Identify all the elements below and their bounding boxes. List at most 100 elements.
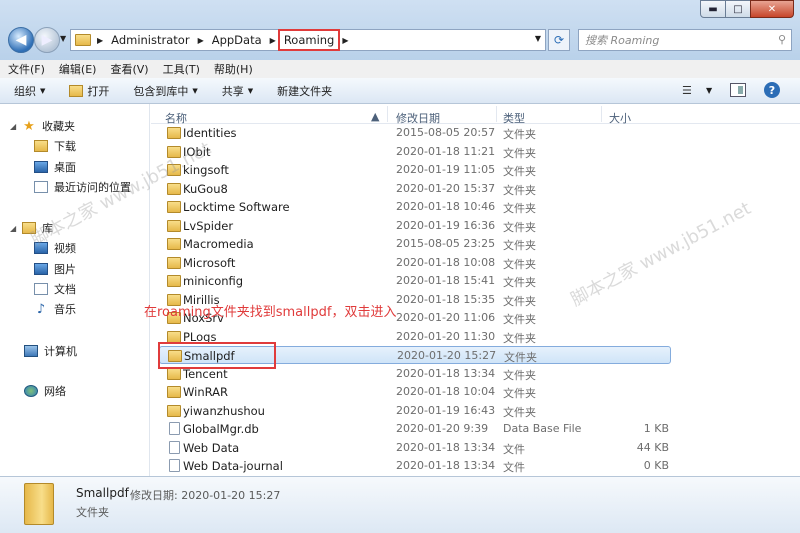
views-icon[interactable]: ☰ bbox=[682, 84, 692, 97]
search-placeholder: 搜索 Roaming bbox=[585, 34, 660, 47]
collapse-icon[interactable]: ◢ bbox=[10, 122, 20, 131]
navigation-pane: ◢ ★ 收藏夹 下载 桌面 最近访问的位置 ◢ 库 视频 图片 文档 ♪ 音乐 计算机 … bbox=[0, 104, 150, 476]
nav-music[interactable]: ♪ 音乐 bbox=[34, 301, 76, 317]
help-icon[interactable]: ? bbox=[764, 82, 780, 98]
nav-label: 计算机 bbox=[44, 345, 77, 358]
file-row[interactable]: WinRAR 2020-01-18 10:04 文件夹 bbox=[159, 383, 671, 401]
chevron-right-icon[interactable]: ▶ bbox=[97, 36, 103, 45]
column-divider[interactable] bbox=[387, 106, 388, 122]
file-row[interactable]: Microsoft 2020-01-18 10:08 文件夹 bbox=[159, 254, 671, 272]
file-date: 2020-01-18 11:21 bbox=[396, 144, 496, 158]
command-bar: 组织 ▼ 打开 包含到库中 ▼ 共享 ▼ 新建文件夹 bbox=[0, 78, 800, 104]
include-label: 包含到库中 bbox=[133, 84, 189, 98]
close-button[interactable]: ✕ bbox=[750, 0, 794, 18]
nav-label: 音乐 bbox=[54, 303, 76, 316]
views-dropdown-icon[interactable]: ▼ bbox=[706, 86, 712, 95]
file-type: 文件夹 bbox=[503, 387, 536, 400]
back-button[interactable]: ◀ bbox=[8, 27, 34, 53]
column-divider[interactable] bbox=[601, 106, 602, 122]
folder-icon bbox=[167, 182, 181, 195]
recent-pages-dropdown[interactable]: ▼ bbox=[60, 34, 66, 43]
nav-documents[interactable]: 文档 bbox=[34, 281, 76, 297]
file-name: IObit bbox=[183, 144, 211, 159]
window-controls: ▬ □ ✕ bbox=[700, 0, 794, 20]
file-name: Locktime Software bbox=[183, 200, 290, 214]
search-icon[interactable]: ⚲ bbox=[778, 33, 786, 46]
file-row[interactable]: Web Data 2020-01-18 13:34 文件 44 KB bbox=[159, 439, 671, 457]
nav-libraries[interactable]: ◢ 库 bbox=[10, 220, 53, 236]
minimize-button[interactable]: ▬ bbox=[700, 0, 726, 18]
include-in-library-button[interactable]: 包含到库中 ▼ bbox=[133, 83, 197, 99]
nav-downloads[interactable]: 下载 bbox=[34, 138, 76, 154]
file-type: 文件夹 bbox=[503, 202, 536, 215]
file-row[interactable]: IObit 2020-01-18 11:21 文件夹 bbox=[159, 143, 671, 161]
folder-icon bbox=[167, 275, 181, 287]
file-type: 文件夹 bbox=[503, 183, 536, 197]
open-button[interactable]: 打开 bbox=[69, 83, 109, 99]
nav-network[interactable]: 网络 bbox=[24, 383, 66, 399]
folder-icon bbox=[167, 367, 181, 380]
file-type: 文件夹 bbox=[503, 294, 536, 308]
file-row[interactable]: Web Data-journal 2020-01-18 13:34 文件 0 KB bbox=[159, 457, 671, 475]
file-date: 2020-01-20 15:37 bbox=[396, 181, 496, 195]
refresh-button[interactable]: ⟳ bbox=[548, 29, 570, 51]
menu-file[interactable]: 文件(F) bbox=[8, 61, 45, 77]
search-input[interactable]: 搜索 Roaming ⚲ bbox=[578, 29, 792, 51]
share-button[interactable]: 共享 ▼ bbox=[222, 83, 253, 99]
menu-edit[interactable]: 编辑(E) bbox=[59, 61, 97, 77]
file-date: 2020-01-19 16:36 bbox=[396, 218, 496, 232]
preview-pane-icon[interactable] bbox=[730, 83, 746, 97]
file-date: 2015-08-05 20:57 bbox=[396, 126, 496, 139]
file-row[interactable]: Locktime Software 2020-01-18 10:46 文件夹 bbox=[159, 198, 671, 216]
file-row[interactable]: miniconfig 2020-01-18 15:41 文件夹 bbox=[159, 272, 671, 290]
nav-computer[interactable]: 计算机 bbox=[24, 343, 77, 359]
file-row[interactable]: GlobalMgr.db 2020-01-20 9:39 Data Base Fil… bbox=[159, 420, 671, 438]
nav-label: 图片 bbox=[54, 263, 76, 276]
file-row[interactable]: KuGou8 2020-01-20 15:37 文件夹 bbox=[159, 180, 671, 198]
breadcrumb-roaming[interactable]: Roaming bbox=[277, 29, 341, 51]
nav-pictures[interactable]: 图片 bbox=[34, 261, 76, 277]
file-size: 44 KB bbox=[636, 440, 669, 454]
column-headers: 名称 ▲ 修改日期 类型 大小 bbox=[151, 104, 800, 125]
file-row[interactable]: kingsoft 2020-01-19 11:05 文件夹 bbox=[159, 161, 671, 179]
maximize-button[interactable]: □ bbox=[725, 0, 751, 18]
breadcrumb-administrator[interactable]: Administrator bbox=[109, 33, 191, 47]
nav-recent[interactable]: 最近访问的位置 bbox=[34, 179, 131, 195]
organize-button[interactable]: 组织 ▼ bbox=[14, 83, 45, 99]
file-row[interactable]: Identities 2015-08-05 20:57 文件夹 bbox=[159, 124, 671, 142]
chevron-right-icon[interactable]: ▶ bbox=[342, 36, 348, 45]
file-type: 文件夹 bbox=[503, 313, 536, 326]
menu-help[interactable]: 帮助(H) bbox=[214, 61, 253, 77]
file-type: 文件夹 bbox=[503, 220, 536, 234]
address-bar[interactable]: ▶ Administrator ▶ AppData ▶ Roaming ▶ ▼ bbox=[70, 29, 546, 51]
nav-label: 桌面 bbox=[54, 161, 76, 174]
file-type: 文件夹 bbox=[503, 128, 536, 141]
details-type: 文件夹 bbox=[76, 506, 109, 519]
menu-tools[interactable]: 工具(T) bbox=[163, 61, 200, 77]
music-icon: ♪ bbox=[36, 301, 46, 317]
forward-button[interactable]: ▶ bbox=[34, 27, 60, 53]
chevron-right-icon[interactable]: ▶ bbox=[198, 36, 204, 45]
nav-videos[interactable]: 视频 bbox=[34, 240, 76, 256]
nav-favorites[interactable]: ◢ ★ 收藏夹 bbox=[10, 118, 75, 134]
new-folder-button[interactable]: 新建文件夹 bbox=[277, 83, 332, 99]
breadcrumb-appdata[interactable]: AppData bbox=[210, 33, 264, 47]
address-dropdown-icon[interactable]: ▼ bbox=[535, 34, 541, 43]
file-name: KuGou8 bbox=[183, 181, 228, 196]
column-divider[interactable] bbox=[496, 106, 497, 122]
file-type: 文件夹 bbox=[503, 368, 536, 382]
collapse-icon[interactable]: ◢ bbox=[10, 224, 20, 233]
nav-label: 最近访问的位置 bbox=[54, 181, 131, 194]
menu-view[interactable]: 查看(V) bbox=[110, 61, 148, 77]
file-row[interactable]: Macromedia 2015-08-05 23:25 文件夹 bbox=[159, 235, 671, 253]
file-type: 文件 bbox=[503, 442, 525, 456]
nav-desktop[interactable]: 桌面 bbox=[34, 159, 76, 175]
chevron-right-icon[interactable]: ▶ bbox=[270, 36, 276, 45]
file-name: kingsoft bbox=[183, 163, 229, 177]
file-name: Macromedia bbox=[183, 237, 254, 251]
file-row[interactable]: yiwanzhushou 2020-01-19 16:43 文件夹 bbox=[159, 402, 671, 420]
folder-icon bbox=[167, 164, 181, 176]
title-bar: ▬ □ ✕ ◀ ▶ ▼ ▶ Administrator ▶ AppData ▶ … bbox=[0, 0, 800, 60]
file-row[interactable]: LvSpider 2020-01-19 16:36 文件夹 bbox=[159, 217, 671, 235]
folder-icon bbox=[24, 483, 54, 525]
